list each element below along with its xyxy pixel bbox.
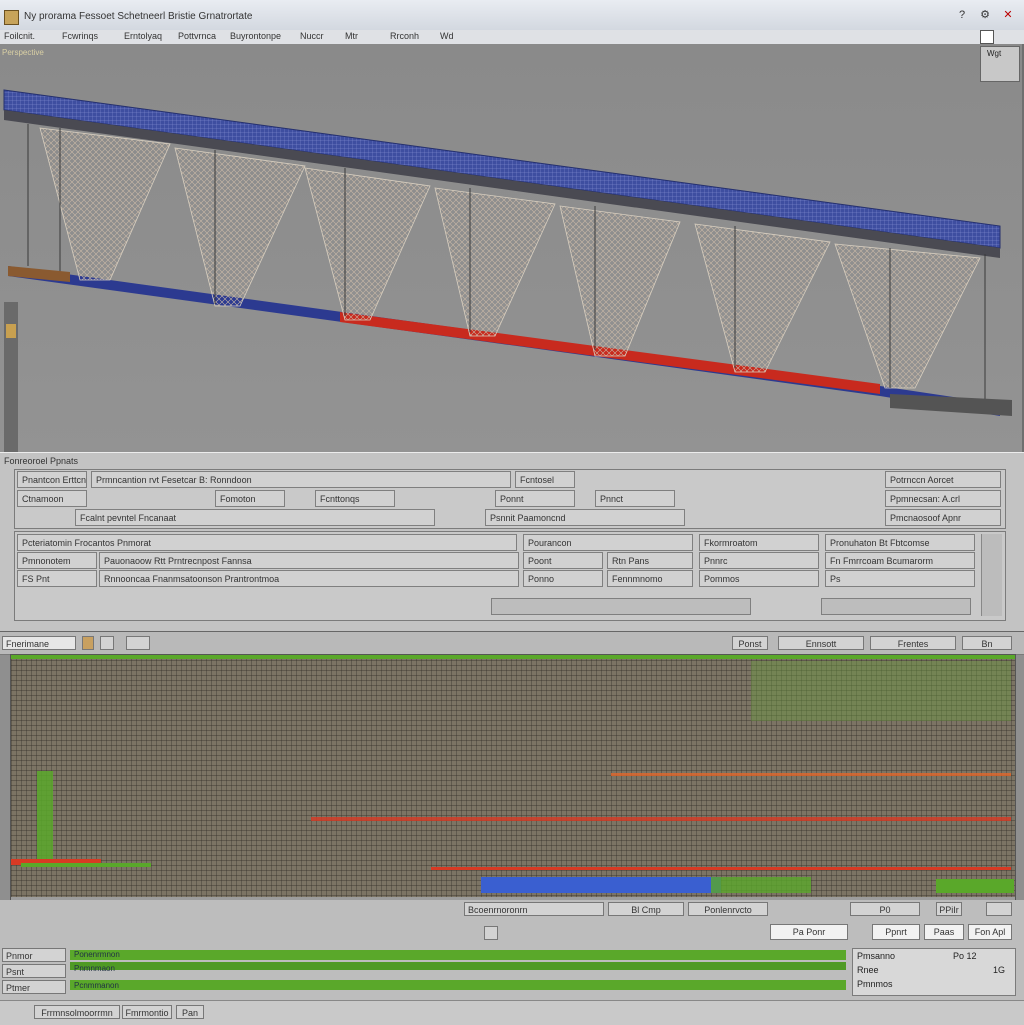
bottom-control-1[interactable]: Bcoenrnoronrn <box>464 902 604 916</box>
title-bar: Ny prorama Fessoet Schetneerl Bristie Gr… <box>0 0 1024 31</box>
table-cell[interactable]: Poont <box>523 552 603 569</box>
bottom-control-2[interactable]: Bl Cmp <box>608 902 684 916</box>
bottom-field-4[interactable]: Fon Apl <box>968 924 1012 940</box>
menu-bar: Foilcnit. Fcwrinqs Erntolyaq Pottvrnca B… <box>0 30 1024 45</box>
table-cell[interactable]: Ponno <box>523 570 603 587</box>
stat-key: Pmnmos <box>857 979 893 989</box>
timeline-btn-4[interactable]: Bn <box>962 636 1012 650</box>
menu-item-6[interactable]: Nuccr <box>300 31 324 41</box>
timeline-btn-1[interactable]: Ponst <box>732 636 768 650</box>
table-cell[interactable]: Rtn Pans <box>607 552 693 569</box>
bottom-field-3[interactable]: Paas <box>924 924 964 940</box>
table-footer-bar <box>491 598 751 615</box>
field-v3[interactable]: Ponnt <box>495 490 575 507</box>
menu-item-1[interactable]: Foilcnit. <box>4 31 35 41</box>
window-title: Ny prorama Fessoet Schetneerl Bristie Gr… <box>24 11 253 22</box>
tower-marker <box>6 324 16 338</box>
field-v1[interactable]: Fomoton <box>215 490 285 507</box>
bottom-small-button[interactable] <box>986 902 1012 916</box>
table-cell[interactable]: FS Pnt <box>17 570 97 587</box>
table-footer-bar-right <box>821 598 971 615</box>
timeline-btn-3[interactable]: Frentes <box>870 636 956 650</box>
table-cell[interactable]: Pauonaoow Rtt Prntrecnpost Fannsa <box>99 552 519 569</box>
properties-panel: Fonreoroel Ppnats Pnantcon Erttcn Prmnca… <box>0 452 1024 632</box>
field-right-2[interactable]: Ppmnecsan: A.crl <box>885 490 1001 507</box>
bottom-checkbox[interactable] <box>484 926 498 940</box>
table-cell[interactable]: Pommos <box>699 570 819 587</box>
table-cell[interactable]: Fennmnomo <box>607 570 693 587</box>
table-cell[interactable]: Ps <box>825 570 975 587</box>
menu-item-5[interactable]: Buyrontonpe <box>230 31 281 41</box>
panel-toggle-button[interactable] <box>980 30 994 44</box>
menu-item-3[interactable]: Erntolyaq <box>124 31 162 41</box>
track-bar[interactable] <box>70 980 846 990</box>
track-bar[interactable] <box>70 950 846 960</box>
status-item-3[interactable]: Pan <box>176 1005 204 1019</box>
table-cell[interactable]: Pnnrc <box>699 552 819 569</box>
timeline-btn-2[interactable]: Ennsott <box>778 636 864 650</box>
settings-icon[interactable]: ⚙ <box>978 8 992 22</box>
track-text: Pcnmmanon <box>74 981 119 990</box>
field-v4[interactable]: Pnnct <box>595 490 675 507</box>
track-label: Pnmor <box>2 948 66 962</box>
field-label-2: Ctnamoon <box>17 490 87 507</box>
track-text: Pnmnmaon <box>74 964 115 973</box>
stat-value: 1G <box>993 965 1006 975</box>
timeline-grid[interactable] <box>10 654 1016 902</box>
close-icon[interactable]: ✕ <box>1001 8 1015 22</box>
bottom-control-5[interactable]: PPiIr <box>936 902 962 916</box>
stat-key: Pmsanno <box>857 951 896 961</box>
properties-header: Fonreoroel Ppnats <box>4 456 79 466</box>
menu-item-2[interactable]: Fcwrinqs <box>62 31 98 41</box>
bottom-control-4[interactable]: P0 <box>850 902 920 916</box>
field-row3-right[interactable]: Pmcnaosoof Apnr <box>885 509 1001 526</box>
menu-item-8[interactable]: Rrconh <box>390 31 419 41</box>
timeline-stop-icon[interactable] <box>100 636 114 650</box>
field-row3-left[interactable]: Fcalnt pevntel Fncanaat <box>75 509 435 526</box>
menu-item-4[interactable]: Pottvrnca <box>178 31 216 41</box>
status-item-1[interactable]: Frrmnsolmoorrmn <box>34 1005 120 1019</box>
bottom-field-2[interactable]: Ppnrt <box>872 924 920 940</box>
field-label-1: Pnantcon Erttcn <box>17 471 87 488</box>
stat-key: Rnee <box>857 965 879 975</box>
app-icon <box>4 10 19 25</box>
track-bar[interactable] <box>70 962 846 970</box>
menu-item-9[interactable]: Wd <box>440 31 454 41</box>
table-header-right: Pronuhaton Bt Fbtcomse <box>825 534 975 551</box>
table-cell[interactable]: Fn Fmrrcoam Bcumarorm <box>825 552 975 569</box>
stat-value: Po 12 <box>953 951 977 961</box>
field-mid-1[interactable]: Fcntosel <box>515 471 575 488</box>
field-v2[interactable]: Fcnttonqs <box>315 490 395 507</box>
help-button[interactable]: ? <box>955 8 969 22</box>
table-scrollbar[interactable] <box>981 534 1002 616</box>
track-text: Ponenrmnon <box>74 950 120 959</box>
timeline-color-icon[interactable] <box>82 636 94 650</box>
bridge-model <box>3 89 1012 452</box>
table-header-left: Pcteriatomin Frocantos Pnmorat <box>17 534 517 551</box>
timeline-refresh-icon[interactable] <box>126 636 150 650</box>
properties-group-top: Pnantcon Erttcn Prmncantion rvt Fesetcar… <box>14 469 1006 529</box>
3d-viewport[interactable]: Perspective Wgt <box>0 44 1024 452</box>
bottom-panel: Bcoenrnoronrn Bl Cmp Ponlenrvcto P0 PPiI… <box>0 900 1024 1025</box>
timeline-name-field[interactable]: Fnerimane <box>2 636 76 650</box>
status-bar: Frrmnsolmoorrmn Fmrmontio Pan <box>0 1000 1024 1025</box>
field-desc-1[interactable]: Prmncantion rvt Fesetcar B: Ronndoon <box>91 471 511 488</box>
stats-box: Pmsanno Po 12 Rnee 1G Pmnmos <box>852 948 1016 996</box>
table-header-mid2: Fkormroatom <box>699 534 819 551</box>
table-header-mid: Pourancon <box>523 534 693 551</box>
bottom-field-1[interactable]: Pa Ponr <box>770 924 848 940</box>
bottom-control-3[interactable]: Ponlenrvcto <box>688 902 768 916</box>
table-cell[interactable]: Pmnonotem <box>17 552 97 569</box>
timeline-canvas <box>11 655 1015 897</box>
menu-item-7[interactable]: Mtr <box>345 31 358 41</box>
field-row3-mid[interactable]: Psnnit Paamoncnd <box>485 509 685 526</box>
properties-table: Pcteriatomin Frocantos Pnmorat Pourancon… <box>14 531 1006 621</box>
track-label: Ptmer <box>2 980 66 994</box>
right-abutment <box>890 394 1012 416</box>
status-item-2[interactable]: Fmrmontio <box>122 1005 172 1019</box>
timeline-toolbar: Fnerimane Ponst Ennsott Frentes Bn <box>0 632 1024 655</box>
field-right-1[interactable]: Potrnccn Aorcet <box>885 471 1001 488</box>
track-label: Psnt <box>2 964 66 978</box>
table-cell[interactable]: Rnnooncaa Fnanmsatoonson Prantrontmoa <box>99 570 519 587</box>
